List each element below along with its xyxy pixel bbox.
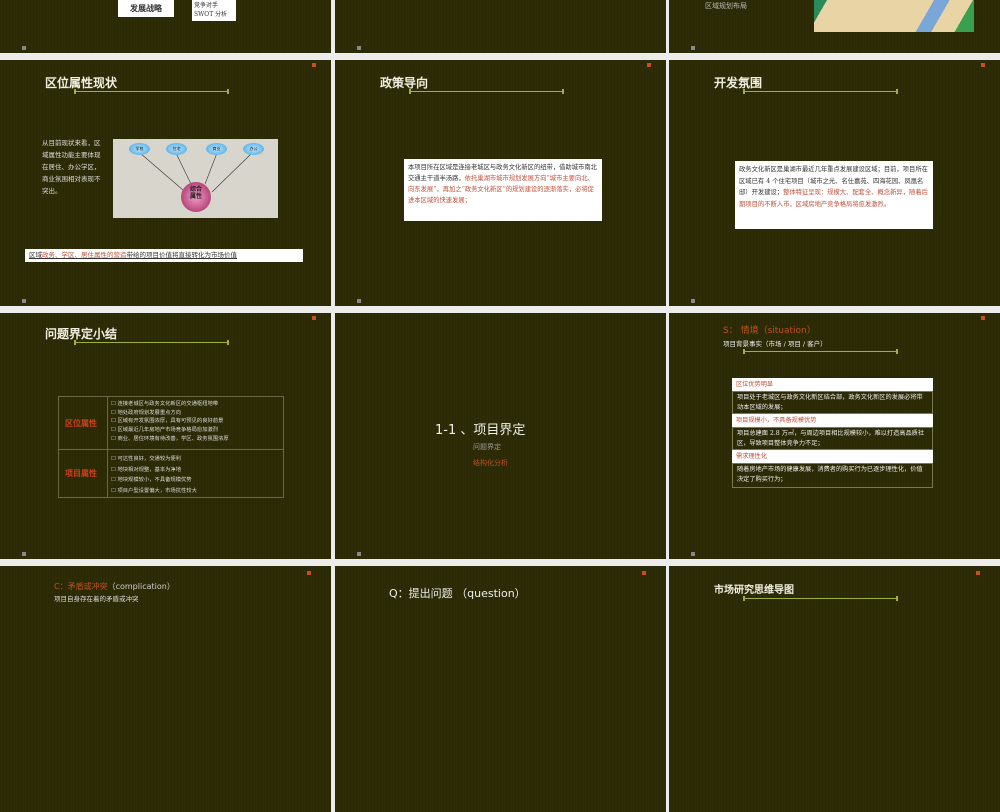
block-body: 随着房地产市场的健康发展，消费者的购买行为已逐步理性化，价值决定了购买行为； [732, 463, 933, 488]
policy-text-box: 本项目所在区域是连接老城区与政务文化新区的纽带，借助城市南北交通主干道半汤路，依… [404, 159, 602, 221]
node-school: 学校 [129, 143, 150, 155]
title-rule [74, 89, 229, 94]
section-subtitle: 问题界定 [473, 443, 501, 451]
list-item: ☐ 地块相对规整，基本为净地 [111, 466, 182, 473]
summary-table: 区位属性 项目属性 ☐ 连接老城区与政务文化新区的交通枢纽地带 ☐ 地处政府规划… [58, 396, 284, 498]
strategy-box: 发展战略 [118, 0, 174, 17]
list-item: ☐ 区域最近几年房地产市场竞争格局愈加激烈 [111, 427, 219, 434]
slide-title: 政策导向 [380, 76, 429, 90]
block-body: 项目处于老城区与政务文化新区结合部，政务文化新区的发展必将带动本区域的发展； [732, 391, 933, 414]
slide-number-marker [22, 552, 26, 556]
title-rule [409, 89, 564, 94]
slide-number-marker [357, 46, 361, 50]
list-item: ☐ 地块规模较小，不具备规模优势 [111, 477, 192, 483]
group-items: ☐ 连接老城区与政务文化新区的交通枢纽地带 ☐ 地处政府规划发展重点方向 ☐ 区… [111, 400, 229, 444]
corner-marker [981, 316, 985, 320]
banner-text: 区域 [29, 251, 42, 259]
title-part: C：矛盾或冲突 [54, 582, 108, 591]
slide-thumbnail-mindmap[interactable]: 市场研究思维导图 [669, 566, 1000, 812]
slide-number-marker [357, 552, 361, 556]
corner-marker [976, 571, 980, 575]
slide-number-marker [691, 552, 695, 556]
slide-title: 区位属性现状 [45, 76, 118, 90]
section-subtitle-highlight: 结构化分析 [473, 459, 508, 467]
slide-thumbnail-location[interactable]: 区位属性现状 从目前现状来看，区域属性功能主要体现在居住、办公学区，商业氛围相对… [0, 60, 331, 306]
title-rule [74, 340, 229, 345]
block-heading: 项目规模小，不具备规模优势 [732, 414, 933, 427]
slide-thumbnail-situation[interactable]: S： 情境（situation） 项目背景事实（市场 / 项目 / 客户） 区位… [669, 313, 1000, 559]
slide-thumbnail-complication[interactable]: C：矛盾或冲突（complication） 项目自身存在着的矛盾或冲突 [0, 566, 331, 812]
group-label: 区位属性 [65, 419, 97, 428]
title-rule [743, 349, 898, 354]
slide-thumbnail-question[interactable]: Q：提出问题 （question） [335, 566, 666, 812]
block-heading: 区位优势明显 [732, 378, 933, 391]
map-image [814, 0, 974, 32]
list-item: ☐ 可达性良好，交通较为便利 [111, 456, 182, 462]
slide-thumbnail-section[interactable]: 1-1 、项目界定 问题界定 结构化分析 [335, 313, 666, 559]
list-item: ☐ 商业、居住环境有待改善，学区、政务氛围浓厚 [111, 435, 229, 442]
map-caption: 区域规划布局 [705, 2, 747, 10]
slide-thumbnail-development[interactable]: 开发氛围 政务文化新区是巢湖市最近几年重点发展建设区域；目前，项目所在区域已有 … [669, 60, 1000, 306]
item: SWOT 分析 [194, 11, 228, 18]
slide-number-marker [691, 46, 695, 50]
slide-title: Q：提出问题 （question） [389, 587, 526, 600]
item: 竞争对手 [194, 2, 219, 9]
list-item: ☐ 地处政府规划发展重点方向 [111, 409, 182, 416]
slide-title: S： 情境（situation） [723, 326, 816, 336]
slide-thumbnail-blank[interactable] [335, 0, 666, 53]
slide-thumbnail-summary[interactable]: 问题界定小结 区位属性 项目属性 ☐ 连接老城区与政务文化新区的交通枢纽地带 ☐… [0, 313, 331, 559]
slide-subtitle: 项目自身存在着的矛盾或冲突 [54, 595, 139, 603]
banner-text: 带给的项目价值将直接转化为市场价值 [126, 251, 238, 259]
attribute-diagram: 学校 住宅 商业 办公 综合属性 [113, 139, 278, 218]
corner-marker [312, 63, 316, 67]
slide-number-marker [357, 299, 361, 303]
title-rule [743, 596, 898, 601]
corner-marker [647, 63, 651, 67]
list-item: ☐ 区域有开发氛围浓厚，具有可预见的良好前景 [111, 418, 224, 425]
node-residence: 住宅 [166, 143, 187, 155]
banner-highlight: 政务、学区、居住属性的营造 [42, 251, 127, 259]
list-item: ☐ 连接老城区与政务文化新区的交通枢纽地带 [111, 401, 219, 407]
slide-thumbnail-map[interactable]: 区域规划布局 [669, 0, 1000, 53]
section-title: 1-1 、项目界定 [435, 423, 526, 438]
slide-number-marker [22, 46, 26, 50]
corner-marker [307, 571, 311, 575]
slide-title: 开发氛围 [714, 76, 763, 90]
node-combined: 综合属性 [181, 182, 211, 212]
group-label: 项目属性 [65, 469, 97, 478]
slide-thumbnail-strategy[interactable]: 发展战略 竞争对手 SWOT 分析 [0, 0, 331, 53]
block-heading: 需求理性化 [732, 450, 933, 463]
slide-title: 市场研究思维导图 [714, 585, 794, 596]
group-items: ☐ 可达性良好，交通较为便利 ☐ 地块相对规整，基本为净地 ☐ 地块规模较小，不… [111, 454, 197, 496]
list-item: ☐ 项目户型设置偏大，市场抗性较大 [111, 487, 197, 494]
title-part: （complication） [107, 582, 175, 591]
slide-title: C：矛盾或冲突（complication） [54, 581, 175, 592]
development-text-box: 政务文化新区是巢湖市最近几年重点发展建设区域；目前，项目所在区域已有 4 个住宅… [735, 161, 933, 229]
corner-marker [981, 63, 985, 67]
corner-marker [642, 571, 646, 575]
slide-title: 问题界定小结 [45, 327, 118, 341]
value-banner: 区域政务、学区、居住属性的营造带给的项目价值将直接转化为市场价值 [25, 249, 303, 262]
block-body: 项目总建面 2.8 万㎡，与周边项目相比规模较小，难以打造高品质社区，导致项目整… [732, 427, 933, 450]
slide-thumbnail-policy[interactable]: 政策导向 本项目所在区域是连接老城区与政务文化新区的纽带，借助城市南北交通主干道… [335, 60, 666, 306]
node-commerce: 商业 [206, 143, 227, 155]
node-office: 办公 [243, 143, 264, 155]
title-rule [743, 89, 898, 94]
slide-number-marker [691, 299, 695, 303]
slide-number-marker [22, 299, 26, 303]
location-description: 从目前现状来看，区域属性功能主要体现在居住、办公学区，商业氛围相对表现不突出。 [42, 139, 101, 195]
situation-blocks: 区位优势明显 项目处于老城区与政务文化新区结合部，政务文化新区的发展必将带动本区… [732, 378, 933, 488]
slide-subtitle: 项目背景事实（市场 / 项目 / 客户） [723, 340, 827, 348]
strategy-items: 竞争对手 SWOT 分析 [192, 0, 236, 21]
corner-marker [312, 316, 316, 320]
